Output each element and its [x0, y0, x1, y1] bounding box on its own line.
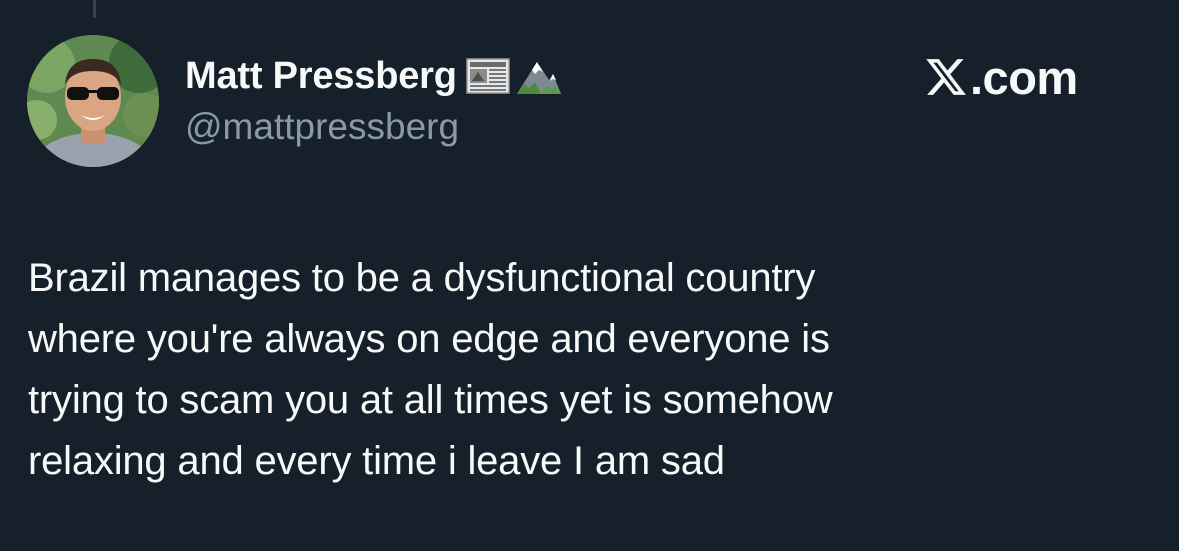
brand-domain-text: .com [970, 50, 1078, 104]
author-handle[interactable]: @mattpressberg [185, 106, 459, 148]
brand-watermark: .com [924, 50, 1078, 104]
tweet-card: Matt Pressberg @mattpressberg .com Brazi… [0, 0, 1179, 551]
avatar[interactable] [27, 35, 159, 167]
tweet-body-text: Brazil manages to be a dysfunctional cou… [28, 256, 833, 483]
mountain-icon [515, 56, 563, 96]
author-name-row: Matt Pressberg [185, 52, 563, 100]
thread-connector-line [93, 0, 96, 18]
author-display-name[interactable]: Matt Pressberg [185, 55, 457, 98]
newspaper-icon [465, 56, 511, 96]
avatar-photo [27, 35, 159, 167]
x-logo-icon [926, 59, 966, 95]
